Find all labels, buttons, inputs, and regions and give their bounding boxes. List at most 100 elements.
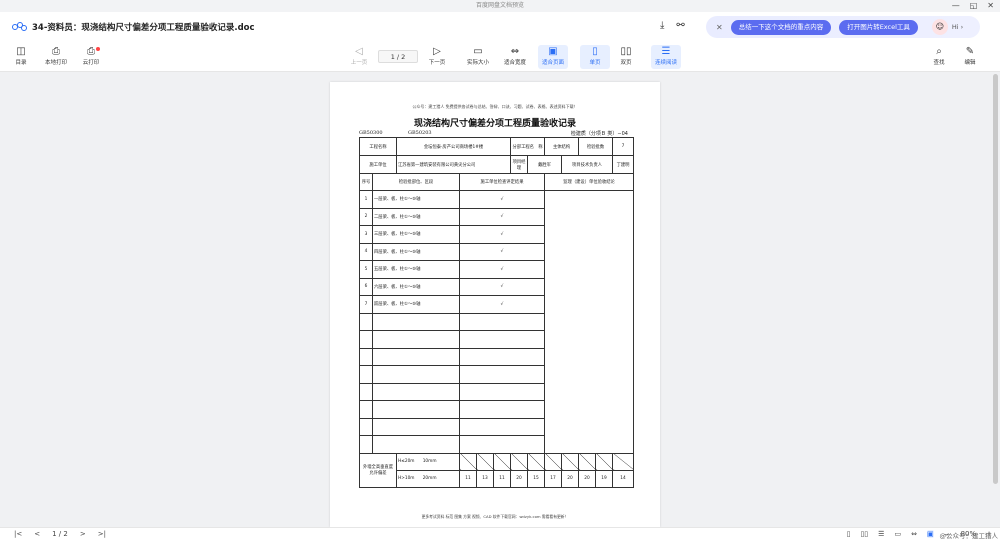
share-icon[interactable]: ⚯	[676, 20, 684, 31]
supervision-header: 监理（建设）单位验收结论	[544, 173, 635, 191]
page-top-note: 公众号：建工猎人 免费提供各试卷与总结、答辩、口诀、习题、试卷、表格、表述资料下…	[412, 104, 578, 109]
item-location: 跃层梁、板、柱①～⑩轴	[372, 295, 460, 314]
download-icon[interactable]: ⤓	[660, 20, 664, 31]
height-condition-1: H≤20m 10mm	[396, 452, 460, 471]
fit-page-button[interactable]: ▣ 适合页面	[538, 45, 568, 69]
height-condition-2: H>10m 20mm	[396, 469, 460, 488]
page-number-input[interactable]: 1 / 2	[378, 50, 418, 63]
single-page-view-icon[interactable]: ▯	[847, 530, 851, 538]
fit-width-view-icon[interactable]: ⇔	[911, 530, 917, 538]
last-page-icon[interactable]: >|	[98, 530, 106, 538]
item-no: 7	[359, 295, 373, 314]
measured-value: 14	[612, 469, 635, 488]
item-checkmark: √	[458, 190, 546, 209]
find-button[interactable]: ⌕ 查找	[924, 45, 954, 66]
continuous-read-icon: ☰	[661, 46, 671, 57]
measured-value: 17	[544, 469, 563, 488]
item-location: 一层梁、板、柱①～⑩轴	[372, 190, 460, 209]
continuous-view-icon[interactable]: ☰	[878, 530, 884, 538]
deviation-label: 外墙全高垂直度允许偏差	[359, 452, 397, 488]
inspection-form-table: 工程名称 金坛恒泰·房产公司商场楼1#楼 分部工程名 称 主体结构 检验批数 7…	[359, 137, 635, 488]
location-header: 检验批部位、区段	[372, 173, 460, 191]
item-location: 三层梁、板、柱①～⑩轴	[372, 225, 460, 244]
deviation-row-2: H>10m 20mm 11 13 11 20 15 17 20 20 19 14	[360, 469, 635, 488]
slash-cell	[544, 452, 563, 471]
item-no: 4	[359, 242, 373, 261]
table-row: 1 一层梁、板、柱①～⑩轴 √	[359, 190, 635, 454]
ai-summary-button[interactable]: 总结一下这个文档的重点内容	[730, 19, 832, 35]
subdivision-label: 分部工程名 称	[510, 137, 546, 156]
document-filename: 34-资料员：现浇结构尺寸偏差分项工程质量验收记录.doc	[32, 23, 255, 33]
single-page-button[interactable]: ▯ 单页	[580, 45, 610, 69]
item-location: 二层梁、板、柱①～⑩轴	[372, 207, 460, 226]
ai-greeting[interactable]: Hi ›	[952, 23, 963, 31]
baidu-netdisk-logo-icon	[12, 22, 27, 32]
pen-icon: ✎	[965, 46, 975, 57]
fit-page-icon: ▣	[548, 46, 558, 57]
item-checkmark: √	[458, 260, 546, 279]
ai-assistant-bar: ✕ 总结一下这个文档的重点内容 打开图片转Excel工具 ☺ Hi ›	[706, 16, 980, 38]
close-window-button[interactable]: ✕	[987, 0, 994, 12]
header-row: 序号 检验批部位、区段 施工单位检查评定结果 监理（建设）单位验收结论	[359, 173, 635, 191]
tech-lead-value: 丁建明	[612, 155, 635, 174]
item-location: 四层梁、板、柱①～⑩轴	[372, 242, 460, 261]
tech-lead-label: 项目技术负责人	[561, 155, 614, 174]
slash-cell	[476, 452, 494, 471]
item-checkmark: √	[458, 277, 546, 296]
restore-button[interactable]: ◱	[970, 0, 978, 12]
single-page-icon: ▯	[592, 46, 598, 57]
slash-cell	[561, 452, 580, 471]
prev-page-button[interactable]: ◁ 上一页	[344, 45, 374, 66]
item-no: 3	[359, 225, 373, 244]
next-page-icon[interactable]: >	[80, 530, 86, 538]
double-page-view-icon[interactable]: ▯▯	[860, 530, 868, 538]
edit-button[interactable]: ✎ 编辑	[955, 45, 985, 66]
actual-size-icon: ▭	[473, 46, 483, 57]
watermark: @公众号：建工猎人	[939, 532, 999, 540]
slash-cell	[595, 452, 614, 471]
double-page-button[interactable]: ▯▯ 双页	[611, 45, 641, 66]
window-controls: — ◱ ✕	[952, 0, 994, 12]
constructor-row: 施工单位 江苏省第一建筑安装有限公司黄尖分公司 项目经理 戴胜军 项目技术负责人…	[359, 155, 635, 174]
pm-value: 戴胜军	[527, 155, 563, 174]
item-no: 5	[359, 260, 373, 279]
minimize-button[interactable]: —	[952, 0, 960, 12]
cloud-printer-icon: ⎙	[87, 46, 95, 57]
continuous-read-button[interactable]: ☰ 连续阅读	[651, 45, 681, 69]
cloud-print-button[interactable]: ⎙ 云打印	[76, 45, 106, 66]
standard-code-2: GB50203	[408, 130, 432, 136]
slash-cell	[459, 452, 477, 471]
measured-value: 13	[476, 469, 494, 488]
catalog-button[interactable]: ◫ 目录	[6, 45, 36, 66]
item-no: 1	[359, 190, 373, 209]
form-code: 检建质（分项Ｂ 类）−04	[570, 131, 628, 137]
batch-count-label: 检验批数	[578, 137, 614, 156]
ai-avatar-icon[interactable]: ☺	[931, 19, 948, 35]
item-checkmark: √	[458, 207, 546, 226]
printer-icon: ⎙	[52, 46, 60, 57]
prev-arrow-icon: ◁	[355, 46, 363, 57]
actual-size-view-icon[interactable]: ▭	[894, 530, 901, 538]
ai-bar-close-button[interactable]: ✕	[716, 23, 723, 32]
form-title: 现浇结构尺寸偏差分项工程质量验收记录	[413, 119, 576, 129]
fit-width-button[interactable]: ⇔ 适合宽度	[500, 45, 530, 66]
first-page-icon[interactable]: |<	[14, 530, 22, 538]
actual-size-button[interactable]: ▭ 实际大小	[463, 45, 493, 66]
image-to-excel-button[interactable]: 打开图片转Excel工具	[839, 19, 918, 35]
project-row: 工程名称 金坛恒泰·房产公司商场楼1#楼 分部工程名 称 主体结构 检验批数 7	[359, 137, 635, 156]
pm-label: 项目经理	[510, 155, 529, 174]
measured-value: 19	[595, 469, 614, 488]
slash-cell	[510, 452, 529, 471]
fit-page-view-icon[interactable]: ▣	[926, 530, 934, 538]
local-print-button[interactable]: ⎙ 本地打印	[41, 45, 71, 66]
vertical-scrollbar[interactable]	[993, 74, 998, 484]
status-page-indicator[interactable]: 1 / 2	[52, 530, 68, 538]
fit-width-icon: ⇔	[510, 46, 520, 57]
page-footer-note: 更多考试资料 标范 图集 方案 视频、CAD 软件下载官网：wdzyk.com …	[421, 514, 569, 519]
notification-dot	[96, 47, 100, 51]
next-page-button[interactable]: ▷ 下一页	[422, 45, 452, 66]
standard-code-1: GB50300	[359, 130, 383, 136]
item-checkmark: √	[458, 242, 546, 261]
prev-page-icon[interactable]: <	[34, 530, 40, 538]
window-title-bar: 百度网盘文档预览 — ◱ ✕	[0, 0, 1000, 12]
